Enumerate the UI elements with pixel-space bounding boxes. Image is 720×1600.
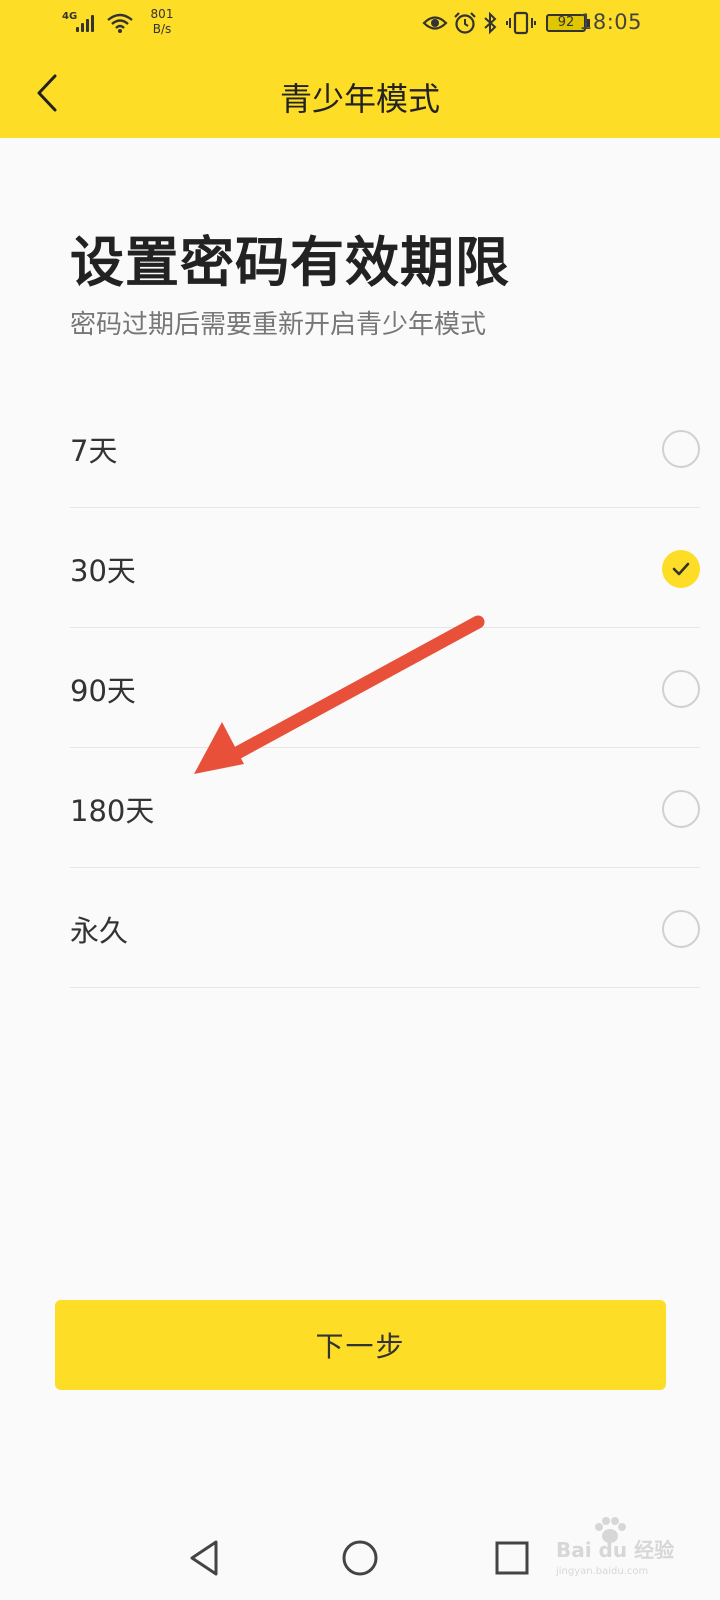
baidu-watermark-logo: Bai du 经验 jingyan.baidu.com xyxy=(550,1516,680,1586)
signal-icon xyxy=(76,12,98,32)
vibrate-icon xyxy=(506,11,536,35)
section-heading: 设置密码有效期限 xyxy=(70,231,510,294)
status-right: 92 xyxy=(422,11,602,37)
radio-unchecked-icon[interactable] xyxy=(662,790,700,828)
watermark-url: jingyan.baidu.com xyxy=(556,1566,649,1577)
wifi-icon xyxy=(107,13,133,33)
status-bar: 4G 801 B/s 92 18:05 xyxy=(0,0,720,48)
option-label: 30天 xyxy=(70,554,136,588)
option-label: 90天 xyxy=(70,674,136,708)
option-30-days[interactable]: 30天 xyxy=(70,508,700,628)
radio-checked-icon[interactable] xyxy=(662,550,700,588)
radio-unchecked-icon[interactable] xyxy=(662,910,700,948)
eye-icon xyxy=(422,16,448,30)
option-90-days[interactable]: 90天 xyxy=(70,628,700,748)
recents-square-icon[interactable] xyxy=(490,1536,534,1580)
network-type: 4G xyxy=(62,11,78,22)
page-title: 青少年模式 xyxy=(279,80,440,118)
option-180-days[interactable]: 180天 xyxy=(70,748,700,868)
radio-unchecked-icon[interactable] xyxy=(662,430,700,468)
next-button[interactable]: 下一步 xyxy=(55,1300,666,1390)
network-speed-unit: B/s xyxy=(152,22,172,36)
checkmark-icon xyxy=(672,562,690,576)
network-speed: 801 B/s xyxy=(142,7,182,37)
option-7-days[interactable]: 7天 xyxy=(70,388,700,508)
network-speed-value: 801 xyxy=(150,7,174,21)
option-label: 180天 xyxy=(70,794,155,828)
option-permanent[interactable]: 永久 xyxy=(70,868,700,988)
radio-unchecked-icon[interactable] xyxy=(662,670,700,708)
bluetooth-icon xyxy=(484,11,497,35)
expiry-options-list: 7天 30天 90天 180天 永久 xyxy=(70,388,700,988)
option-label: 永久 xyxy=(70,914,129,948)
clock: 18:05 xyxy=(578,10,642,34)
watermark-brand: Bai du 经验 xyxy=(556,1538,675,1562)
option-label: 7天 xyxy=(70,434,118,468)
title-bar: 青少年模式 xyxy=(0,48,720,138)
section-subheading: 密码过期后需要重新开启青少年模式 xyxy=(70,310,487,340)
home-circle-icon[interactable] xyxy=(338,1536,382,1580)
alarm-icon xyxy=(454,12,476,34)
back-triangle-icon[interactable] xyxy=(184,1536,228,1580)
